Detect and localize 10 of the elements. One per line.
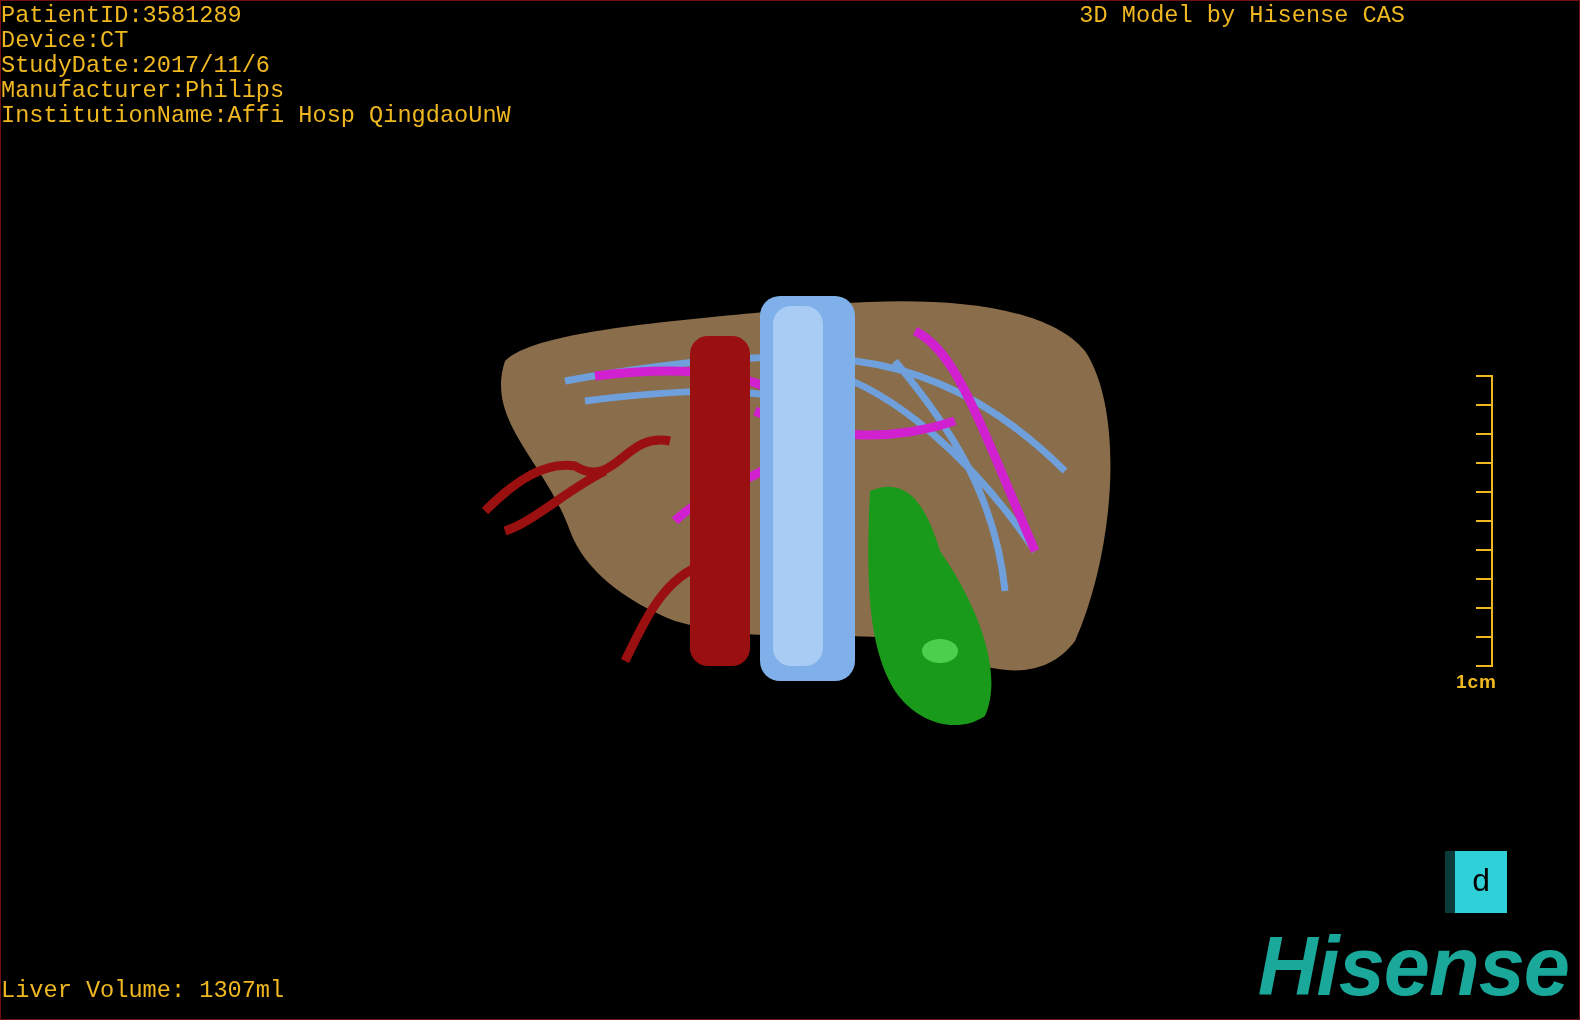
- viewer-title: 3D Model by Hisense CAS: [1079, 3, 1405, 28]
- patient-info-line: PatientID:3581289: [1, 3, 243, 28]
- brand-logo: Hisense: [1257, 935, 1569, 999]
- scale-label: 1cm: [1455, 671, 1497, 693]
- orientation-cube[interactable]: d: [1445, 851, 1507, 913]
- patient-info-line: InstitutionName:Affi Hosp QingdaoUnW: [1, 103, 511, 128]
- patient-info-line: Device:CT: [1, 28, 130, 53]
- patient-info-line: Manufacturer:Philips: [1, 78, 286, 103]
- patient-info-line: StudyDate:2017/11/6: [1, 53, 271, 78]
- liver-volume-text: Liver Volume: 1307ml: [1, 978, 285, 1003]
